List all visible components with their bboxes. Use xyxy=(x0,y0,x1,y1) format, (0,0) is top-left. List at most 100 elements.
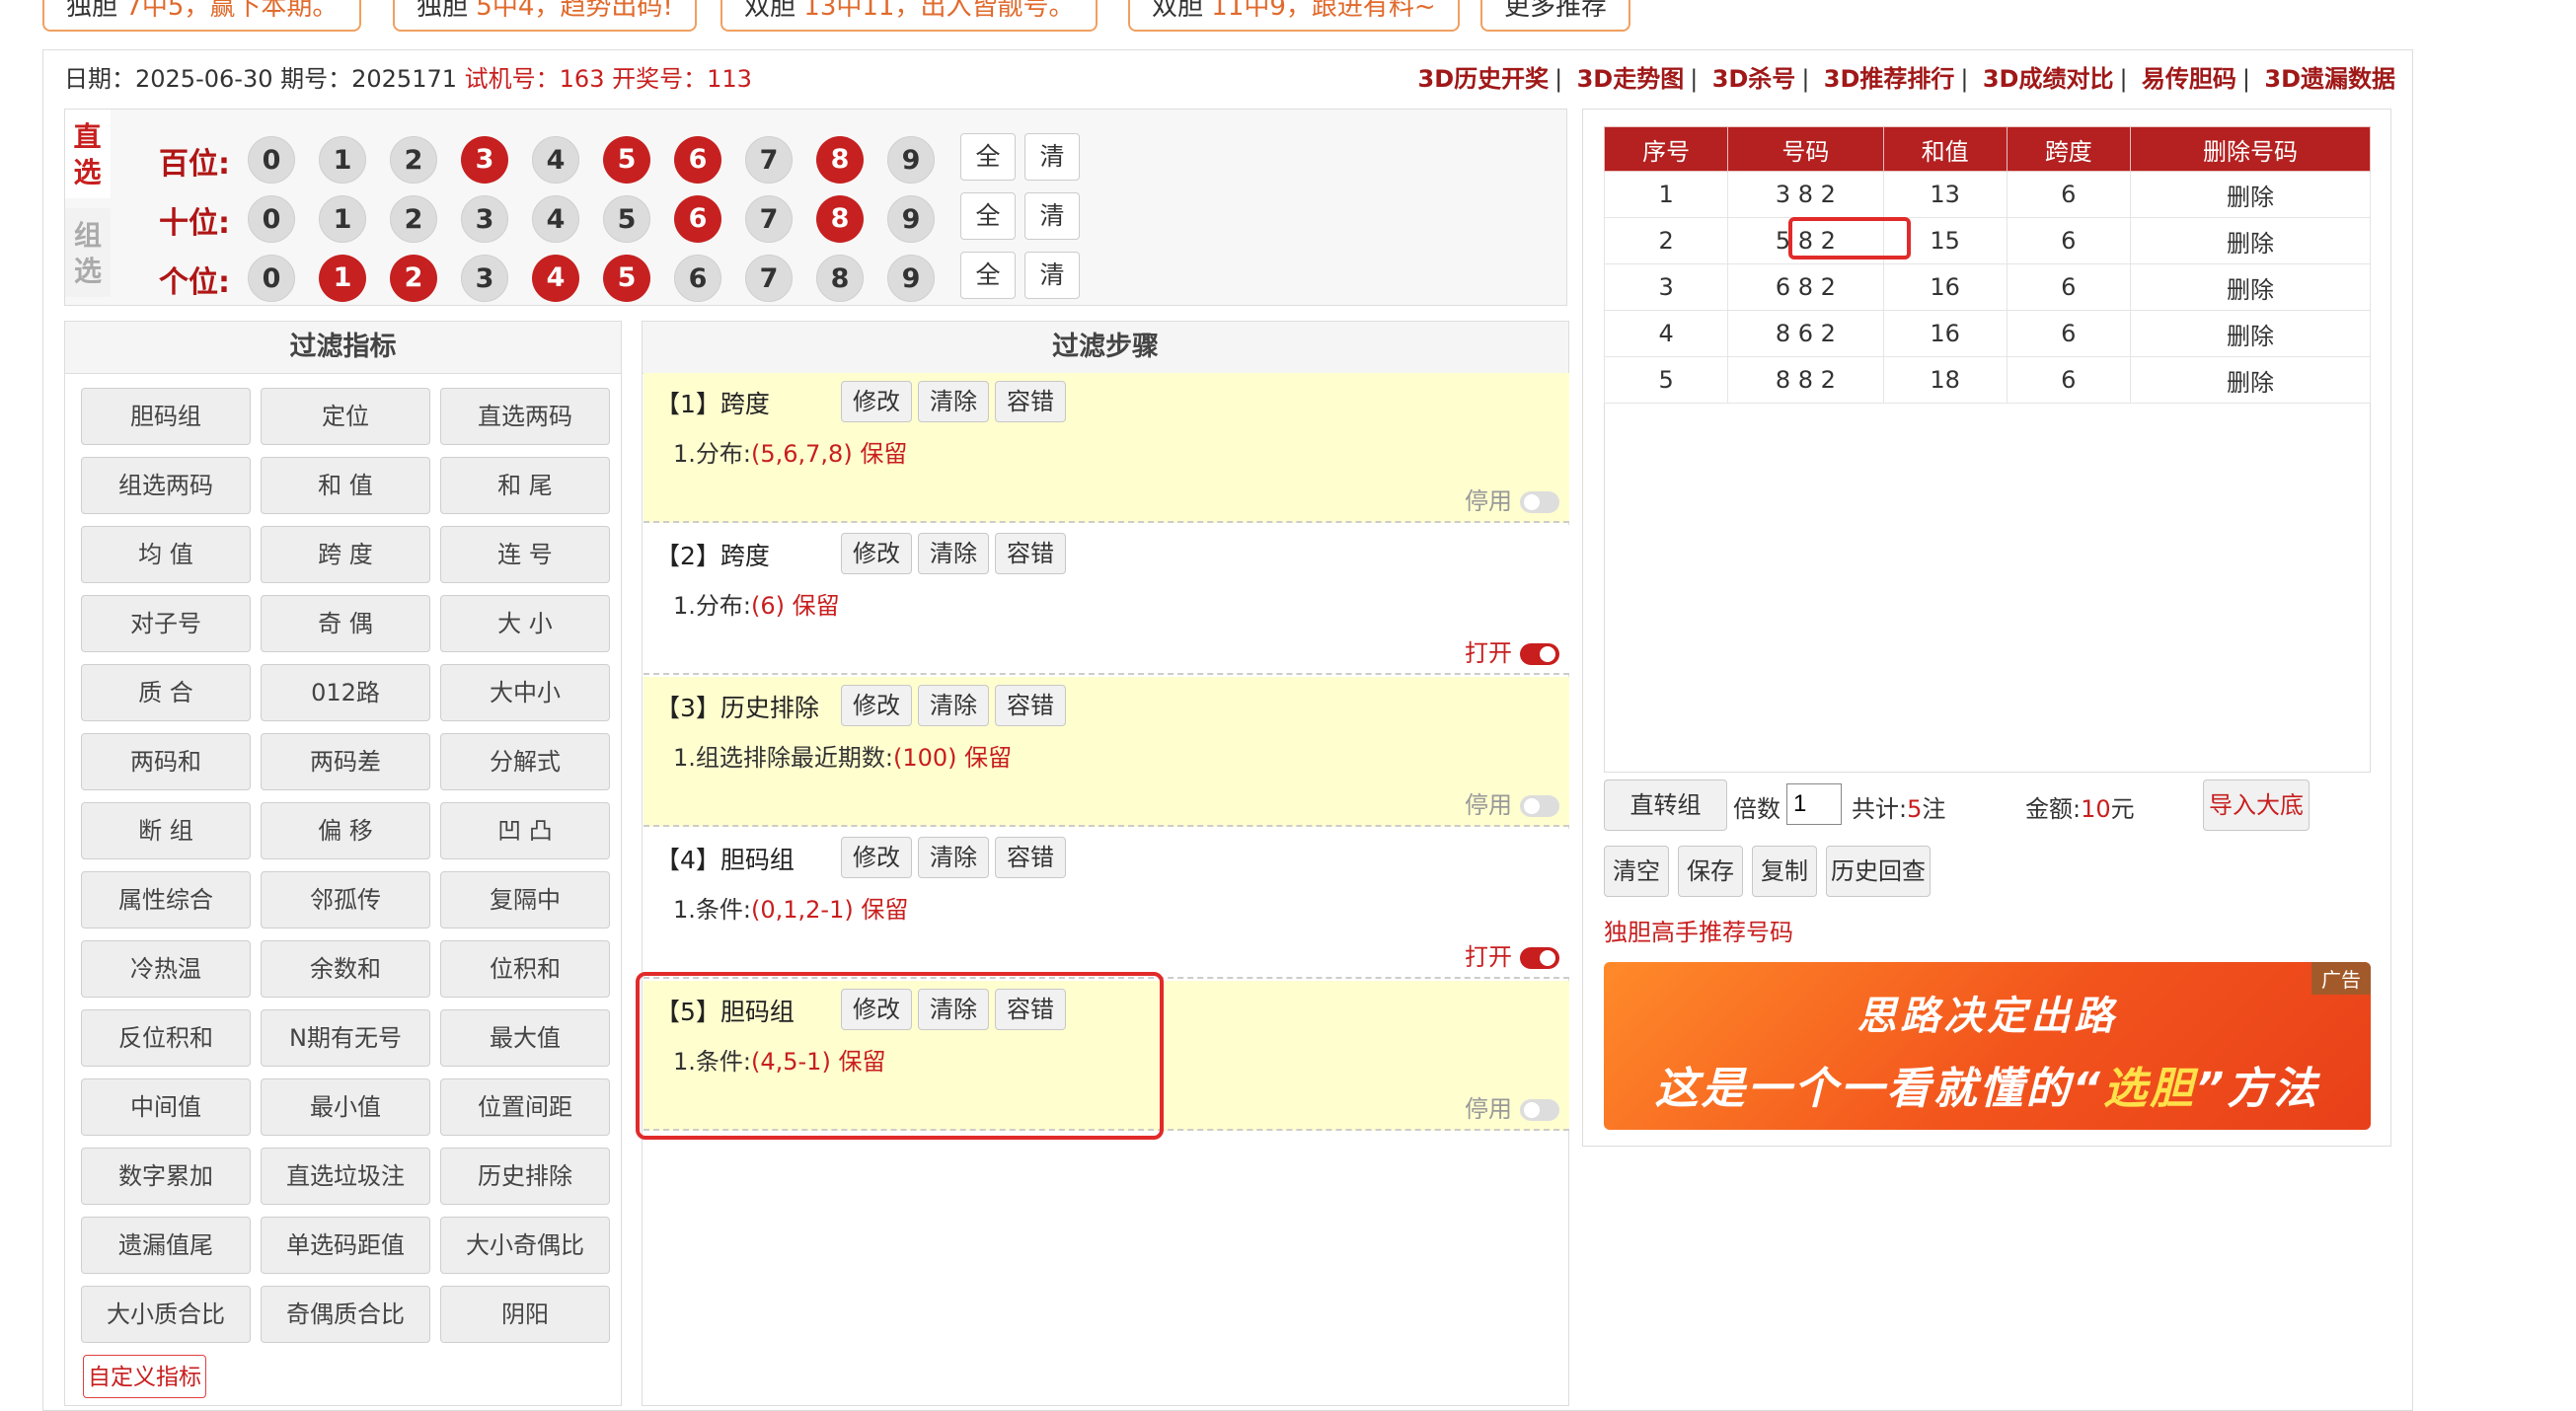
filter-button[interactable]: 最小值 xyxy=(261,1078,430,1136)
step-clear-button[interactable]: 清除 xyxy=(918,685,989,726)
digit-ball-hundreds-2[interactable]: 2 xyxy=(390,136,437,184)
save-button[interactable]: 保存 xyxy=(1678,846,1743,897)
filter-button[interactable]: 凹 凸 xyxy=(440,802,610,859)
digit-ball-tens-3[interactable]: 3 xyxy=(461,195,508,243)
filter-button[interactable]: 邻孤传 xyxy=(261,871,430,928)
digit-ball-hundreds-5[interactable]: 5 xyxy=(603,136,650,184)
digit-ball-hundreds-1[interactable]: 1 xyxy=(319,136,366,184)
custom-indicator-button[interactable]: 自定义指标 xyxy=(83,1355,206,1398)
promo-4[interactable]: 双胆 11中9，跟进有料~ xyxy=(1128,0,1460,32)
digit-ball-units-6[interactable]: 6 xyxy=(674,255,721,302)
filter-button[interactable]: 遗漏值尾 xyxy=(81,1217,251,1274)
digit-ball-units-8[interactable]: 8 xyxy=(816,255,864,302)
filter-button[interactable]: 奇偶质合比 xyxy=(261,1286,430,1343)
select-all-units-button[interactable]: 全 xyxy=(960,252,1016,299)
filter-button[interactable]: 阴阳 xyxy=(440,1286,610,1343)
tab-group[interactable]: 组选 xyxy=(65,208,111,297)
filter-button[interactable]: 复隔中 xyxy=(440,871,610,928)
select-all-hundreds-button[interactable]: 全 xyxy=(960,133,1016,181)
promo-1[interactable]: 独胆 7中5，赢下本期。 xyxy=(42,0,362,32)
step-tolerance-button[interactable]: 容错 xyxy=(995,533,1066,574)
digit-ball-hundreds-6[interactable]: 6 xyxy=(674,136,721,184)
ad-banner[interactable]: 思路决定出路 这是一个一看就懂的“选胆”方法 广告 xyxy=(1604,962,2371,1130)
import-base-button[interactable]: 导入大底 xyxy=(2203,780,2310,831)
clear-button[interactable]: 清空 xyxy=(1604,846,1669,897)
filter-button[interactable]: 大小奇偶比 xyxy=(440,1217,610,1274)
digit-ball-tens-1[interactable]: 1 xyxy=(319,195,366,243)
digit-ball-hundreds-7[interactable]: 7 xyxy=(745,136,793,184)
link-ranking[interactable]: 3D推荐排行 xyxy=(1824,65,1955,93)
filter-button[interactable]: 直选垃圾注 xyxy=(261,1148,430,1205)
digit-ball-tens-6[interactable]: 6 xyxy=(674,195,721,243)
step-edit-button[interactable]: 修改 xyxy=(841,685,912,726)
filter-button[interactable]: 和 值 xyxy=(261,457,430,514)
step-toggle[interactable]: 打开 xyxy=(1465,937,1559,972)
digit-ball-units-2[interactable]: 2 xyxy=(390,255,437,302)
tab-direct[interactable]: 直选 xyxy=(65,110,111,198)
step-clear-button[interactable]: 清除 xyxy=(918,533,989,574)
digit-ball-hundreds-8[interactable]: 8 xyxy=(816,136,864,184)
step-edit-button[interactable]: 修改 xyxy=(841,533,912,574)
delete-link[interactable]: 删除 xyxy=(2129,356,2372,404)
filter-button[interactable]: 位积和 xyxy=(440,940,610,998)
filter-button[interactable]: 大 小 xyxy=(440,595,610,652)
step-tolerance-button[interactable]: 容错 xyxy=(995,837,1066,878)
select-all-tens-button[interactable]: 全 xyxy=(960,192,1016,240)
filter-button[interactable]: 直选两码 xyxy=(440,388,610,445)
filter-button[interactable]: 质 合 xyxy=(81,664,251,721)
step-clear-button[interactable]: 清除 xyxy=(918,837,989,878)
digit-ball-tens-5[interactable]: 5 xyxy=(603,195,650,243)
copy-button[interactable]: 复制 xyxy=(1752,846,1817,897)
filter-button[interactable]: 数字累加 xyxy=(81,1148,251,1205)
digit-ball-hundreds-4[interactable]: 4 xyxy=(532,136,579,184)
filter-button[interactable]: 和 尾 xyxy=(440,457,610,514)
filter-button[interactable]: 反位积和 xyxy=(81,1009,251,1067)
filter-button[interactable]: 偏 移 xyxy=(261,802,430,859)
digit-ball-tens-7[interactable]: 7 xyxy=(745,195,793,243)
filter-button[interactable]: 胆码组 xyxy=(81,388,251,445)
filter-button[interactable]: 中间值 xyxy=(81,1078,251,1136)
step-tolerance-button[interactable]: 容错 xyxy=(995,381,1066,422)
digit-ball-units-3[interactable]: 3 xyxy=(461,255,508,302)
filter-button[interactable]: 单选码距值 xyxy=(261,1217,430,1274)
filter-button[interactable]: 对子号 xyxy=(81,595,251,652)
filter-button[interactable]: 分解式 xyxy=(440,733,610,790)
step-clear-button[interactable]: 清除 xyxy=(918,381,989,422)
filter-button[interactable]: 两码差 xyxy=(261,733,430,790)
delete-link[interactable]: 删除 xyxy=(2129,217,2372,264)
link-compare[interactable]: 3D成绩对比 xyxy=(1983,65,2114,93)
promo-2[interactable]: 独胆 5中4，趋势出码! xyxy=(393,0,697,32)
filter-button[interactable]: 属性综合 xyxy=(81,871,251,928)
filter-button[interactable]: 012路 xyxy=(261,664,430,721)
digit-ball-tens-4[interactable]: 4 xyxy=(532,195,579,243)
digit-ball-hundreds-9[interactable]: 9 xyxy=(887,136,935,184)
clear-units-button[interactable]: 清 xyxy=(1024,252,1080,299)
delete-link[interactable]: 删除 xyxy=(2129,310,2372,357)
step-toggle[interactable]: 停用 xyxy=(1465,785,1559,820)
filter-button[interactable]: 两码和 xyxy=(81,733,251,790)
filter-button[interactable]: 奇 偶 xyxy=(261,595,430,652)
digit-ball-units-5[interactable]: 5 xyxy=(603,255,650,302)
digit-ball-units-0[interactable]: 0 xyxy=(248,255,295,302)
filter-button[interactable]: 断 组 xyxy=(81,802,251,859)
step-edit-button[interactable]: 修改 xyxy=(841,837,912,878)
filter-button[interactable]: 大小质合比 xyxy=(81,1286,251,1343)
step-tolerance-button[interactable]: 容错 xyxy=(995,685,1066,726)
link-kill[interactable]: 3D杀号 xyxy=(1712,65,1796,93)
filter-button[interactable]: 最大值 xyxy=(440,1009,610,1067)
filter-button[interactable]: 连 号 xyxy=(440,526,610,583)
multiple-input[interactable] xyxy=(1786,783,1842,825)
filter-button[interactable]: 历史排除 xyxy=(440,1148,610,1205)
link-trend[interactable]: 3D走势图 xyxy=(1577,65,1685,93)
to-group-button[interactable]: 直转组 xyxy=(1604,780,1727,831)
history-check-button[interactable]: 历史回查 xyxy=(1826,846,1931,897)
filter-button[interactable]: 定位 xyxy=(261,388,430,445)
digit-ball-tens-0[interactable]: 0 xyxy=(248,195,295,243)
clear-hundreds-button[interactable]: 清 xyxy=(1024,133,1080,181)
digit-ball-tens-9[interactable]: 9 xyxy=(887,195,935,243)
filter-button[interactable]: 冷热温 xyxy=(81,940,251,998)
step-toggle[interactable]: 打开 xyxy=(1465,633,1559,668)
link-dan[interactable]: 易传胆码 xyxy=(2142,65,2236,93)
digit-ball-units-7[interactable]: 7 xyxy=(745,255,793,302)
promo-3[interactable]: 双胆 13中11，出入皆靓号。 xyxy=(720,0,1099,32)
